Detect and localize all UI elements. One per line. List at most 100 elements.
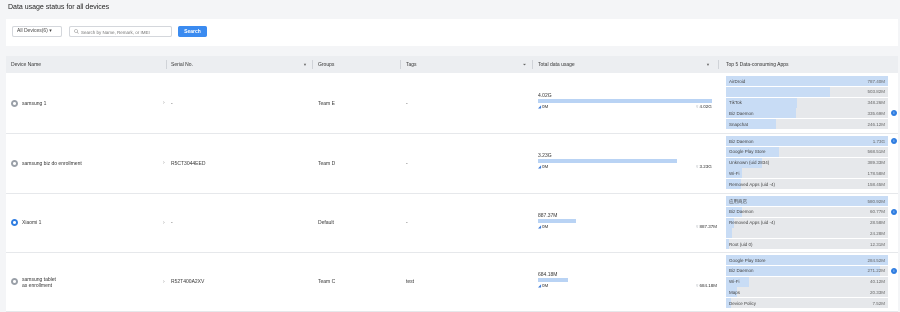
serial-number: -	[171, 100, 173, 107]
app-usage-item: 应用商店 580.92M	[726, 196, 888, 206]
app-usage-item: Google Play Store 284.52M	[726, 255, 888, 265]
table-row[interactable]: samsung biz do enrollment › R5CT3044EED …	[6, 133, 898, 194]
usage-bar-track	[538, 218, 712, 223]
group-name: Team C	[318, 279, 336, 285]
app-name: AirDroid	[729, 78, 746, 84]
app-usage-value: 271.22M	[867, 268, 885, 274]
download-value-text: 887.37M	[699, 223, 718, 229]
header-tags: Tags	[406, 62, 417, 68]
app-usage-item: 24.28M	[726, 228, 888, 239]
download-value-text: 3.23G	[699, 164, 712, 169]
device-name[interactable]: samsung tablet as enrollment	[22, 277, 56, 289]
app-name: Biz Daemon	[729, 268, 754, 274]
device-name[interactable]: samsung biz do enrollment	[22, 161, 82, 167]
app-name: Snapchat	[729, 121, 749, 127]
app-usage-value: 178.58M	[867, 170, 885, 176]
app-usage-item: Wi-Fi 178.58M	[726, 168, 888, 179]
download-value: ▿ 4.02G	[696, 104, 712, 110]
app-usage-item: Device Policy 7.52M	[726, 298, 888, 309]
chevron-right-icon[interactable]: ›	[163, 220, 165, 226]
header-total-usage: Total data usage	[538, 62, 575, 68]
app-usage-fill	[726, 76, 888, 86]
app-usage-fill	[726, 228, 732, 239]
usage-bar-fill	[538, 277, 568, 282]
table-row[interactable]: Xiaomi 1 › - Default - 887.37M ◢ 0M ▿ 88…	[6, 193, 898, 253]
search-button[interactable]: Search	[178, 26, 207, 37]
android-device-icon	[11, 159, 18, 167]
app-usage-value: 580.92M	[867, 198, 885, 204]
app-usage-value: 568.51M	[867, 149, 885, 155]
device-name[interactable]: Xiaomi 1	[22, 220, 41, 226]
info-icon[interactable]: i	[891, 267, 897, 274]
upload-signal-icon: ◢	[538, 104, 542, 109]
app-usage-value: 24.28M	[869, 230, 885, 236]
info-icon[interactable]: i	[891, 138, 897, 144]
serial-number: R52T400A2XV	[171, 279, 205, 285]
table-row[interactable]: samsung 1 › - Team E - 4.02G ◢ 0M ▿ 4.02…	[6, 73, 898, 134]
download-value: ▿ 3.23G	[696, 164, 712, 170]
column-divider	[532, 60, 533, 69]
app-usage-value: 7.52M	[872, 300, 885, 306]
search-input[interactable]	[81, 28, 169, 36]
app-usage-value: 12.31M	[869, 241, 885, 247]
table-row[interactable]: samsung tablet as enrollment › R52T400A2…	[6, 252, 898, 312]
column-divider	[718, 60, 719, 69]
app-usage-value: 348.26M	[867, 100, 885, 106]
chevron-right-icon[interactable]: ›	[163, 100, 165, 106]
upload-value: 0M	[542, 104, 549, 109]
app-usage-item: Biz Daemon 1.73G i	[726, 136, 897, 146]
page-title: Data usage status for all devices	[8, 4, 110, 11]
top-apps-list: Biz Daemon 1.73G i Google Play Store 568…	[726, 136, 897, 190]
chevron-right-icon[interactable]: ›	[163, 279, 165, 285]
download-value-text: 4.02G	[699, 104, 712, 109]
top-apps-list: Google Play Store 284.52M Biz Daemon 271…	[726, 255, 897, 309]
header-groups: Groups	[318, 62, 335, 68]
usage-bar-fill	[538, 218, 576, 223]
android-device-icon	[11, 99, 18, 107]
app-name: Wi-Fi	[729, 279, 740, 285]
group-name: Team D	[318, 160, 336, 167]
app-name: Unknown (uid 2834)	[729, 160, 770, 166]
app-usage-item: Removed Apps (uid -4) 158.45M	[726, 179, 888, 190]
download-value-text: 684.18M	[699, 282, 718, 288]
search-field[interactable]	[69, 26, 172, 37]
app-usage-item: Maps 20.33M	[726, 287, 888, 298]
app-usage-fill	[726, 196, 888, 206]
info-icon[interactable]: i	[891, 208, 897, 215]
sort-dropdown-icon[interactable]: ▼	[706, 62, 710, 67]
device-group-select[interactable]: All Devices(6) ▾	[12, 26, 62, 37]
android-device-icon	[11, 278, 18, 285]
column-divider	[312, 60, 313, 69]
app-usage-item: Biz Daemon 335.69M i	[726, 108, 897, 119]
app-name: Biz Daemon	[729, 110, 754, 116]
app-usage-value: 40.12M	[869, 279, 885, 285]
device-name[interactable]: samsung 1	[22, 101, 46, 107]
app-usage-value: 28.58M	[869, 220, 885, 226]
app-name: Biz Daemon	[729, 209, 754, 215]
app-usage-value: 389.33M	[867, 160, 885, 166]
search-icon	[74, 29, 79, 34]
info-icon[interactable]: i	[891, 110, 897, 117]
app-name: Removed Apps (uid -4)	[729, 181, 776, 187]
app-usage-value: 1.73G	[872, 138, 885, 144]
app-usage-value: 335.69M	[867, 110, 885, 116]
app-name: Biz Daemon	[729, 138, 754, 144]
app-usage-item: Removed Apps (uid -4) 28.58M	[726, 217, 888, 228]
upload-value: 0M	[542, 164, 549, 169]
upload-signal-icon: ◢	[538, 223, 542, 229]
app-name: 应用商店	[729, 198, 747, 204]
app-name: Device Policy	[729, 300, 757, 306]
app-usage-item: Root (uid 0) 12.31M	[726, 239, 888, 250]
app-usage-value: 503.82M	[867, 89, 885, 95]
app-usage-item: Snapchat 246.12M	[726, 119, 888, 130]
app-usage-value: 158.45M	[867, 181, 885, 187]
app-name: Root (uid 0)	[729, 241, 753, 247]
app-usage-item: Wi-Fi 40.12M	[726, 276, 888, 287]
chevron-right-icon[interactable]: ›	[163, 160, 165, 166]
app-usage-item: 503.82M	[726, 86, 888, 97]
filter-funnel-icon[interactable]: ⏷	[523, 62, 526, 67]
tags-value: -	[406, 220, 408, 226]
app-usage-value: 284.52M	[867, 257, 885, 263]
group-name: Team E	[318, 100, 335, 107]
filter-dropdown-icon[interactable]: ▼	[303, 62, 307, 67]
